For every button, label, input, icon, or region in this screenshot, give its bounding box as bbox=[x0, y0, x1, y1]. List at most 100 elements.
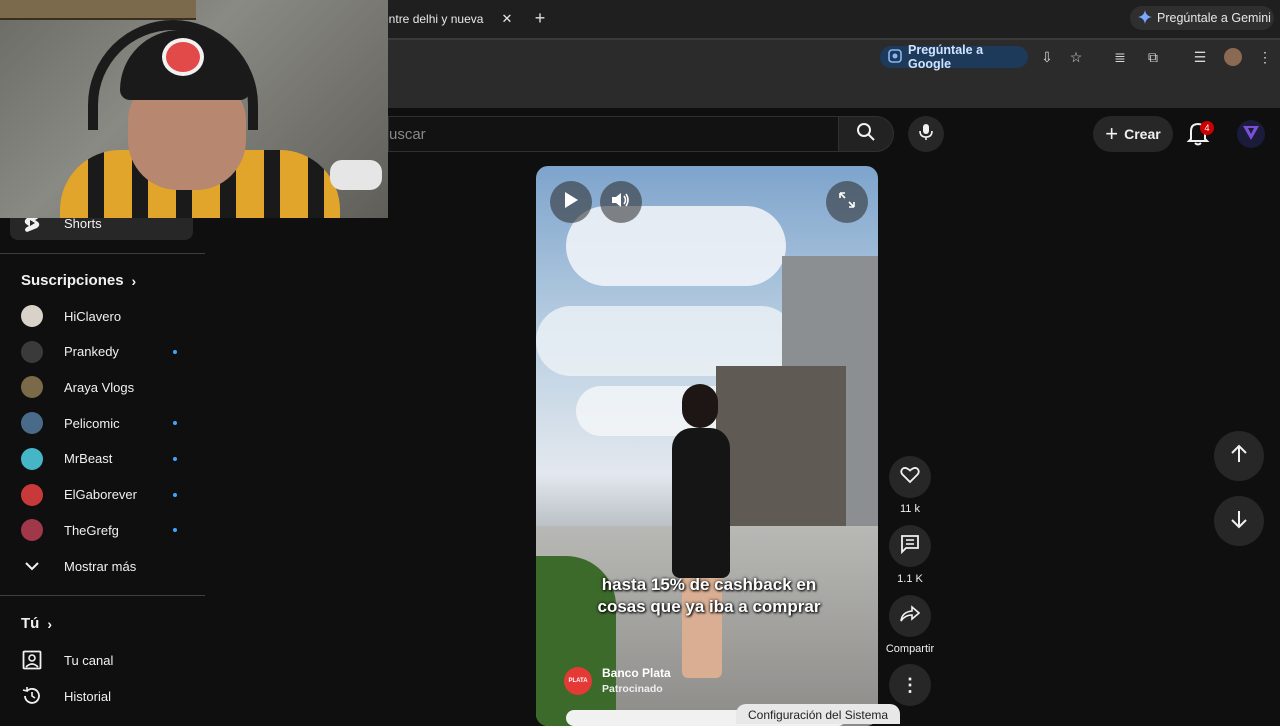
user-box-icon bbox=[21, 649, 43, 671]
microphone-icon bbox=[918, 123, 934, 146]
sidebar-item-your-channel[interactable]: Tu canal bbox=[0, 642, 205, 678]
install-icon[interactable]: ⇩ bbox=[1037, 47, 1057, 67]
new-content-dot bbox=[173, 528, 177, 533]
ask-google-button[interactable]: Pregúntale a Google bbox=[880, 43, 1028, 71]
comment-icon bbox=[900, 534, 920, 559]
sidebar-item-subscription[interactable]: Prankedy bbox=[0, 334, 205, 370]
sidebar-divider bbox=[0, 595, 205, 596]
like-count: 11 k bbox=[900, 503, 920, 515]
sidebar-item-subscription[interactable]: Pelicomic bbox=[0, 405, 205, 441]
create-label: Crear bbox=[1124, 126, 1161, 142]
channel-info[interactable]: PLATA Banco Plata Patrocinado bbox=[564, 666, 671, 695]
system-settings-tooltip: Configuración del Sistema bbox=[736, 704, 901, 724]
subscription-name: MrBeast bbox=[64, 451, 113, 467]
extensions-icon[interactable]: ⧉ bbox=[1143, 47, 1163, 67]
subscription-name: Prankedy bbox=[64, 344, 119, 360]
sidebar-item-history[interactable]: Historial bbox=[0, 678, 205, 714]
channel-avatar bbox=[21, 376, 43, 399]
search-button[interactable] bbox=[838, 116, 894, 152]
new-content-dot bbox=[173, 492, 177, 497]
channel-avatar bbox=[21, 412, 43, 435]
like-button[interactable] bbox=[889, 456, 931, 498]
chevron-down-icon bbox=[21, 555, 43, 577]
next-short-button[interactable] bbox=[1214, 496, 1264, 546]
person-head bbox=[682, 384, 718, 428]
channel-avatar bbox=[21, 519, 43, 542]
heart-icon bbox=[900, 466, 920, 489]
subscriptions-title: Suscripciones bbox=[21, 272, 124, 289]
subscription-name: Pelicomic bbox=[64, 415, 120, 431]
media-controls-icon[interactable]: ≣ bbox=[1110, 47, 1130, 67]
webcam-overlay bbox=[0, 0, 388, 218]
subscription-name: TheGrefg bbox=[64, 522, 119, 538]
tab-close-icon[interactable]: ✕ bbox=[498, 11, 516, 27]
caption-line: hasta 15% de cashback en bbox=[601, 575, 817, 594]
webcam-lamp bbox=[330, 160, 382, 190]
browser-menu-icon[interactable]: ⋮ bbox=[1255, 47, 1275, 67]
sidebar-item-subscription[interactable]: Araya Vlogs bbox=[0, 369, 205, 405]
subscription-name: ElGaborever bbox=[64, 487, 137, 502]
new-tab-button[interactable]: + bbox=[530, 8, 550, 28]
voice-search-button[interactable] bbox=[908, 116, 944, 152]
your-channel-label: Tu canal bbox=[64, 652, 114, 668]
reading-list-icon[interactable]: ☰ bbox=[1190, 47, 1210, 67]
notification-badge: 4 bbox=[1200, 121, 1214, 135]
caption-line: cosas que ya iba a comprar bbox=[597, 597, 821, 616]
share-button[interactable] bbox=[889, 595, 931, 637]
browser-tab[interactable]: a entre delhi y nueva ✕ bbox=[372, 6, 522, 32]
show-more-button[interactable]: Mostrar más bbox=[0, 548, 205, 584]
channel-avatar bbox=[21, 447, 43, 470]
expand-icon bbox=[838, 191, 856, 214]
gemini-sparkle-icon bbox=[1138, 9, 1152, 27]
search-icon bbox=[856, 122, 876, 147]
create-button[interactable]: + Crear bbox=[1093, 116, 1173, 152]
new-content-dot bbox=[173, 421, 177, 426]
channel-avatar bbox=[21, 305, 43, 327]
sidebar-item-subscription[interactable]: HiClavero bbox=[0, 298, 205, 334]
search-input[interactable]: uscar bbox=[388, 116, 838, 152]
comment-count: 1.1 K bbox=[897, 573, 923, 585]
more-vertical-icon: ⋮ bbox=[901, 674, 919, 695]
profile-avatar-icon[interactable] bbox=[1223, 47, 1243, 67]
fullscreen-button[interactable] bbox=[826, 181, 868, 223]
subscription-name: Araya Vlogs bbox=[64, 379, 135, 395]
lens-icon bbox=[888, 48, 902, 66]
arrow-down-icon bbox=[1230, 509, 1248, 534]
history-label: Historial bbox=[64, 688, 111, 704]
person-dress bbox=[672, 428, 730, 578]
gemini-button[interactable]: Pregúntale a Gemini bbox=[1130, 6, 1274, 30]
more-options-button[interactable]: ⋮ bbox=[889, 664, 931, 706]
channel-avatar bbox=[21, 340, 43, 363]
sponsored-label: Patrocinado bbox=[602, 683, 663, 695]
play-button[interactable] bbox=[550, 181, 592, 223]
avatar-logo-icon bbox=[1241, 122, 1261, 147]
volume-button[interactable] bbox=[600, 181, 642, 223]
sidebar-item-subscription[interactable]: TheGrefg bbox=[0, 512, 205, 548]
chevron-right-icon: › bbox=[131, 272, 137, 289]
bell-icon bbox=[1185, 122, 1211, 151]
history-icon bbox=[21, 685, 43, 707]
channel-logo[interactable]: PLATA bbox=[564, 666, 592, 695]
cap-logo bbox=[162, 38, 204, 76]
you-heading[interactable]: Tú › bbox=[21, 615, 52, 632]
bookmark-star-icon[interactable]: ☆ bbox=[1066, 47, 1086, 67]
sidebar-item-subscription[interactable]: MrBeast bbox=[0, 441, 205, 477]
channel-avatar bbox=[21, 483, 43, 506]
account-avatar[interactable] bbox=[1237, 120, 1265, 148]
you-title: Tú bbox=[21, 615, 40, 632]
ask-google-label: Pregúntale a Google bbox=[908, 43, 984, 71]
shorts-video-player[interactable]: hasta 15% de cashback en cosas que ya ib… bbox=[536, 166, 878, 726]
arrow-up-icon bbox=[1230, 444, 1248, 469]
previous-short-button[interactable] bbox=[1214, 431, 1264, 481]
channel-name[interactable]: Banco Plata bbox=[602, 666, 671, 680]
new-content-dot bbox=[173, 456, 177, 461]
video-caption: hasta 15% de cashback en cosas que ya ib… bbox=[554, 574, 864, 618]
sidebar-item-subscription[interactable]: ElGaborever bbox=[0, 477, 205, 513]
tab-title: a entre delhi y nueva bbox=[372, 12, 484, 26]
volume-icon bbox=[611, 191, 631, 214]
comments-button[interactable] bbox=[889, 525, 931, 567]
notifications-button[interactable]: 4 bbox=[1185, 119, 1214, 151]
subscriptions-heading[interactable]: Suscripciones › bbox=[21, 272, 136, 289]
share-label: Compartir bbox=[885, 643, 935, 655]
subscription-name: HiClavero bbox=[64, 308, 122, 324]
